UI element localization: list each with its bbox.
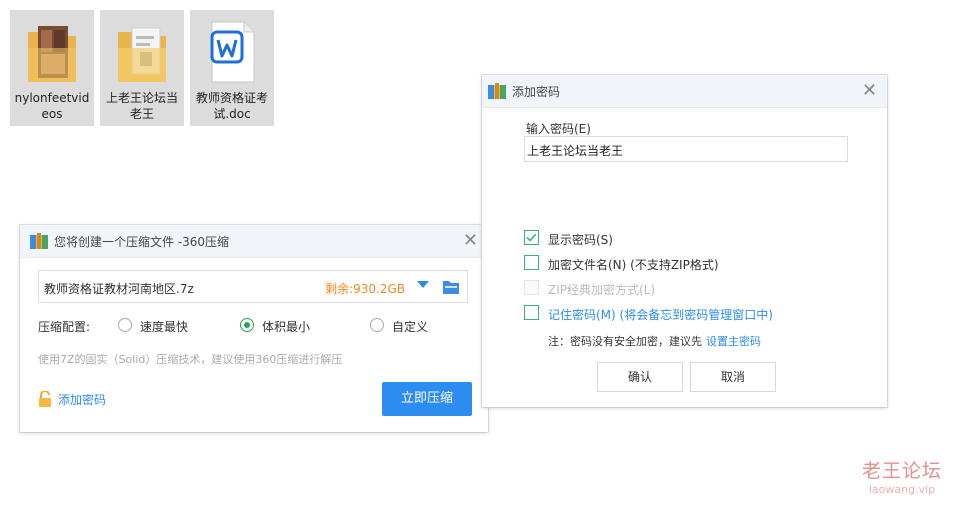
file-tile-folder[interactable]: 上老王论坛当老王	[100, 10, 184, 126]
add-password-link[interactable]: 添加密码	[38, 390, 148, 408]
checkbox-zip-classic	[524, 280, 539, 295]
compress-dialog: 您将创建一个压缩文件 -360压缩 ✕ 教师资格证教材河南地区.7z 剩余:93…	[20, 225, 488, 432]
password-value: 上老王论坛当老王	[527, 144, 624, 158]
option-encrypt-filenames[interactable]: 加密文件名(N) (不支持ZIP格式)	[524, 255, 864, 273]
archive-filename: 教师资格证教材河南地区.7z	[44, 282, 194, 296]
compress-now-button[interactable]: 立即压缩	[382, 382, 472, 416]
solid-compression-hint: 使用7Z的固实（Solid）压缩技术，建议使用360压缩进行解压	[38, 353, 343, 366]
radio-custom[interactable]	[370, 318, 384, 332]
option-custom[interactable]: 自定义	[370, 317, 470, 335]
option-label: 速度最快	[140, 320, 189, 334]
password-input-label: 输入密码(E)	[526, 122, 591, 136]
option-label: 加密文件名(N) (不支持ZIP格式)	[548, 258, 719, 272]
option-label: 显示密码(S)	[548, 233, 613, 247]
file-tile-word-doc[interactable]: 教师资格证考试.doc	[190, 10, 274, 126]
password-dialog: 添加密码 ✕ 输入密码(E) 上老王论坛当老王 显示密码(S) 加密文件名(N)…	[482, 75, 887, 407]
compress-dialog-title: 您将创建一个压缩文件 -360压缩	[54, 235, 230, 249]
folder-icon	[118, 27, 166, 82]
option-label: 记住密码(M) (将会备忘到密码管理窗口中)	[548, 308, 773, 322]
close-icon[interactable]: ✕	[862, 81, 877, 101]
video-folder-icon	[28, 26, 76, 82]
option-smallest[interactable]: 体积最小	[240, 317, 350, 335]
option-remember-password[interactable]: 记住密码(M) (将会备忘到密码管理窗口中)	[524, 305, 874, 323]
checkbox-remember-password[interactable]	[524, 305, 539, 320]
option-label: 体积最小	[262, 320, 311, 334]
file-name: nylonfeetvideos	[14, 91, 90, 121]
file-name: 教师资格证考试.doc	[195, 91, 268, 121]
word-doc-icon	[210, 21, 255, 83]
radio-smallest[interactable]	[240, 318, 254, 332]
free-space-label: 剩余:930.2GB	[325, 282, 405, 296]
folder-browse-icon[interactable]	[443, 280, 459, 294]
set-master-password-link[interactable]: 设置主密码	[706, 335, 761, 348]
file-tile-video-folder[interactable]: nylonfeetvideos	[10, 10, 94, 126]
ok-button[interactable]: 确认	[597, 362, 683, 392]
option-show-password[interactable]: 显示密码(S)	[524, 230, 824, 248]
archive-app-icon	[30, 233, 48, 249]
lock-icon	[39, 391, 51, 407]
password-dialog-title: 添加密码	[512, 85, 561, 99]
chevron-down-icon[interactable]	[417, 281, 429, 288]
watermark: 老王论坛 laowang.vip	[862, 456, 942, 496]
cancel-button[interactable]: 取消	[690, 362, 776, 392]
radio-fastest[interactable]	[118, 318, 132, 332]
checkbox-encrypt-filenames[interactable]	[524, 255, 539, 270]
option-label: 自定义	[392, 320, 429, 334]
checkbox-show-password[interactable]	[524, 230, 539, 245]
security-note-text: 注：密码没有安全加密，建议先	[548, 335, 702, 348]
option-zip-classic: ZIP经典加密方式(L)	[524, 280, 824, 298]
watermark-name: 老王论坛	[861, 460, 942, 482]
watermark-domain: laowang.vip	[868, 483, 936, 496]
check-icon	[526, 233, 537, 242]
password-input[interactable]: 上老王论坛当老王	[524, 136, 848, 162]
option-fastest[interactable]: 速度最快	[118, 317, 228, 335]
password-dialog-titlebar[interactable]: 添加密码 ✕	[482, 75, 887, 108]
compress-dialog-titlebar[interactable]: 您将创建一个压缩文件 -360压缩 ✕	[20, 225, 488, 258]
security-note: 注：密码没有安全加密，建议先 设置主密码	[548, 333, 761, 349]
compress-config-label: 压缩配置:	[38, 320, 91, 334]
close-icon[interactable]: ✕	[463, 231, 478, 251]
archive-app-icon	[488, 83, 506, 99]
archive-path-field[interactable]: 教师资格证教材河南地区.7z 剩余:930.2GB	[38, 270, 468, 303]
add-password-label: 添加密码	[58, 393, 107, 407]
option-label: ZIP经典加密方式(L)	[548, 283, 656, 297]
file-name: 上老王论坛当老王	[105, 91, 178, 121]
